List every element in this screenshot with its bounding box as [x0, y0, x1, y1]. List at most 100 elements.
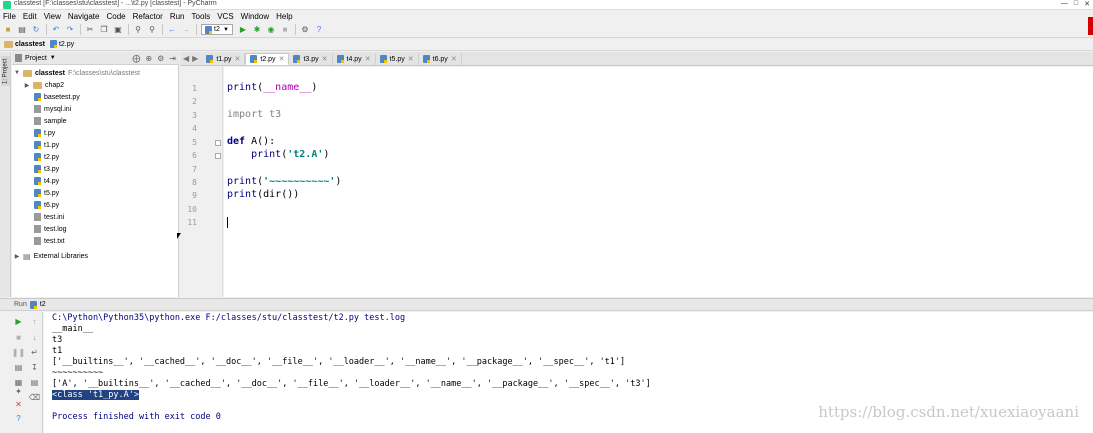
fold-marker-icon[interactable] — [215, 140, 221, 146]
hide-panel-icon[interactable]: ⇥ — [169, 54, 176, 63]
synchronize-icon[interactable]: ↻ — [31, 25, 41, 35]
close-tab-icon[interactable]: ✕ — [451, 55, 457, 63]
fold-marker-icon[interactable] — [215, 153, 221, 159]
tree-item-t3[interactable]: t3.py — [34, 163, 59, 175]
print-icon[interactable]: ▤ — [29, 377, 40, 387]
stop-icon[interactable]: ■ — [280, 25, 290, 35]
tab-t4[interactable]: t4.py ✕ — [332, 53, 376, 65]
run-icon[interactable]: ▶ — [238, 25, 248, 35]
menu-window[interactable]: Window — [241, 12, 269, 21]
menu-code[interactable]: Code — [106, 12, 125, 21]
run-configuration-value: t2 — [214, 26, 220, 33]
menu-refactor[interactable]: Refactor — [133, 12, 163, 21]
chevron-down-icon[interactable]: ▼ — [14, 70, 20, 76]
project-view-select[interactable]: Project — [25, 55, 47, 62]
project-tool-tab[interactable]: 1: Project — [1, 56, 10, 86]
tree-item-test-log[interactable]: test.log — [34, 223, 67, 235]
close-tab-icon[interactable]: ✕ — [235, 55, 241, 63]
tree-item-test-ini[interactable]: test.ini — [34, 211, 64, 223]
tab-t3[interactable]: t3.py ✕ — [289, 53, 333, 65]
back-icon[interactable]: ← — [167, 25, 177, 35]
help-icon[interactable]: ? — [13, 413, 24, 423]
menu-tools[interactable]: Tools — [192, 12, 211, 21]
trash-icon[interactable]: ⌫ — [29, 392, 40, 402]
tree-item-t6[interactable]: t6.py — [34, 199, 59, 211]
tree-item-test-txt[interactable]: test.txt — [34, 235, 65, 247]
pin-tab-icon[interactable]: ✦ — [13, 386, 24, 396]
tab-scroll-left-icon[interactable]: ◀ — [183, 54, 189, 63]
tree-item-t1[interactable]: t1.py — [34, 139, 59, 151]
save-all-icon[interactable]: ▤ — [17, 25, 27, 35]
menu-help[interactable]: Help — [276, 12, 292, 21]
tree-root[interactable]: ▼ classtest F:\classes\stu\classtest — [14, 67, 140, 79]
code-editor[interactable]: print(__name__) import t3 def A(): print… — [224, 67, 1093, 297]
run-configuration-select[interactable]: t2 ▼ — [201, 24, 233, 35]
python-file-icon — [379, 55, 387, 63]
tab-scroll-right-icon[interactable]: ▶ — [192, 54, 198, 63]
help-icon[interactable]: ? — [314, 25, 324, 35]
tab-t1[interactable]: t1.py ✕ — [202, 53, 246, 65]
close-tab-icon[interactable]: ✕ — [322, 55, 328, 63]
scroll-to-end-icon[interactable]: ↧ — [29, 362, 40, 372]
tree-item-external-libraries[interactable]: ▶ ▤ External Libraries — [14, 250, 88, 262]
menu-file[interactable]: File — [3, 12, 16, 21]
rerun-icon[interactable]: ▶ — [13, 316, 24, 326]
tree-item-t2[interactable]: t2.py — [34, 151, 59, 163]
tree-item-t4[interactable]: t4.py — [34, 175, 59, 187]
python-file-icon — [206, 55, 214, 63]
find-icon[interactable]: ⚲ — [133, 25, 143, 35]
chevron-down-icon[interactable]: ▼ — [50, 55, 56, 61]
menu-navigate[interactable]: Navigate — [68, 12, 100, 21]
close-tab-icon[interactable]: ✕ — [365, 55, 371, 63]
tree-item-basetest[interactable]: basetest.py — [34, 91, 80, 103]
forward-icon[interactable]: → — [181, 25, 191, 35]
menu-run[interactable]: Run — [170, 12, 185, 21]
open-folder-icon[interactable]: ■ — [3, 25, 13, 35]
line-number: 5 — [192, 138, 197, 147]
settings-wrench-icon[interactable]: ⚙ — [300, 25, 310, 35]
collapse-all-icon[interactable]: ⊕ — [145, 54, 152, 63]
tab-t2[interactable]: t2.py ✕ — [245, 53, 290, 65]
tree-item-mysql-ini[interactable]: mysql.ini — [34, 103, 71, 115]
scroll-down-icon[interactable]: ↓ — [29, 332, 40, 342]
tree-item-chap2[interactable]: ▶ chap2 — [24, 79, 64, 91]
copy-icon[interactable]: ❐ — [99, 25, 109, 35]
window-title: classtest [F:\classes\stu\classtest] - .… — [14, 0, 217, 7]
close-run-icon[interactable]: ✕ — [13, 399, 24, 409]
chevron-right-icon[interactable]: ▶ — [14, 253, 20, 260]
cut-icon[interactable]: ✂ — [85, 25, 95, 35]
stop-icon[interactable]: ■ — [13, 332, 24, 342]
pause-icon[interactable]: ❚❚ — [12, 347, 25, 357]
coverage-icon[interactable]: ◉ — [266, 25, 276, 35]
tab-t6[interactable]: t6.py ✕ — [418, 53, 462, 65]
menu-vcs[interactable]: VCS — [217, 12, 233, 21]
gear-icon[interactable]: ⚙ — [157, 54, 164, 63]
redo-icon[interactable]: ↷ — [65, 25, 75, 35]
menu-view[interactable]: View — [44, 12, 61, 21]
tree-item-t[interactable]: t.py — [34, 127, 55, 139]
close-tab-icon[interactable]: ✕ — [408, 55, 414, 63]
text-file-icon — [34, 237, 41, 245]
menu-edit[interactable]: Edit — [23, 12, 37, 21]
minimize-icon[interactable]: — — [1061, 0, 1068, 10]
tree-item-t5[interactable]: t5.py — [34, 187, 59, 199]
close-icon[interactable]: ✕ — [1084, 0, 1090, 10]
replace-icon[interactable]: ⚲ — [147, 25, 157, 35]
soft-wrap-icon[interactable]: ↵ — [29, 347, 40, 357]
close-tab-icon[interactable]: ✕ — [279, 55, 285, 63]
breadcrumb-project[interactable]: classtest — [4, 40, 45, 48]
chevron-right-icon[interactable]: ▶ — [24, 82, 30, 89]
python-file-icon — [34, 189, 41, 197]
breadcrumb-file[interactable]: t2.py — [49, 40, 74, 48]
paste-icon[interactable]: ▣ — [113, 25, 123, 35]
editor-gutter[interactable]: 1 2 3 4 5 6 7 8 9 10 11 — [180, 67, 223, 297]
scroll-up-icon[interactable]: ↑ — [29, 316, 40, 326]
tab-t5[interactable]: t5.py ✕ — [375, 53, 419, 65]
debug-icon[interactable]: ✱ — [252, 25, 262, 35]
restore-layout-icon[interactable]: ▤ — [13, 362, 24, 372]
tree-item-sample[interactable]: sample — [34, 115, 67, 127]
undo-icon[interactable]: ↶ — [51, 25, 61, 35]
maximize-icon[interactable]: □ — [1074, 0, 1078, 10]
run-config-name: t2 — [39, 301, 46, 308]
scroll-from-source-icon[interactable]: ⨁ — [132, 54, 140, 63]
